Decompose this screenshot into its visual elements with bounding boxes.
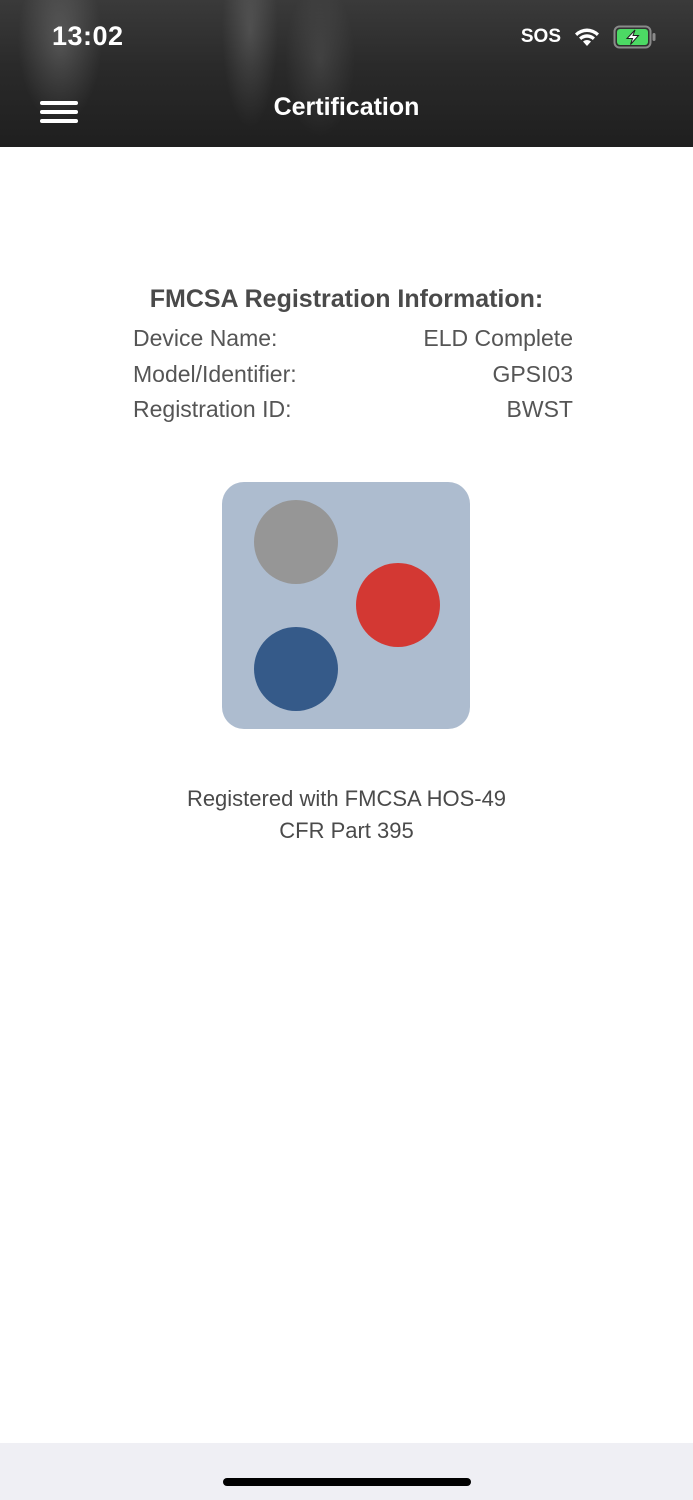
registration-note-line2: CFR Part 395 — [279, 818, 414, 843]
app-header: 13:02 SOS Certification — [0, 0, 693, 147]
logo-blue-dot — [254, 627, 338, 711]
registration-id-value: BWST — [506, 396, 573, 422]
registration-title: FMCSA Registration Information: — [149, 285, 544, 313]
status-time: 13:02 — [52, 21, 124, 51]
home-indicator[interactable] — [223, 1478, 471, 1486]
model-identifier-value: GPSI03 — [492, 361, 573, 387]
wifi-icon — [573, 26, 601, 48]
eld-logo-icon — [222, 482, 470, 729]
registration-id-row: Registration ID: BWST — [133, 396, 573, 423]
device-name-value: ELD Complete — [423, 325, 573, 351]
device-name-row: Device Name: ELD Complete — [133, 325, 573, 352]
model-identifier-row: Model/Identifier: GPSI03 — [133, 361, 573, 388]
logo-gray-dot — [254, 500, 338, 584]
sos-indicator: SOS — [520, 26, 561, 47]
registration-id-label: Registration ID: — [133, 396, 292, 422]
status-icons: SOS — [521, 25, 657, 49]
bottom-safe-area — [0, 1443, 693, 1500]
battery-charging-icon — [613, 25, 657, 49]
device-name-label: Device Name: — [133, 325, 278, 351]
page-title: Certification — [273, 93, 420, 121]
registration-note-line1: Registered with FMCSA HOS-49 — [186, 786, 507, 811]
model-identifier-label: Model/Identifier: — [133, 361, 297, 387]
logo-red-dot — [356, 563, 440, 647]
